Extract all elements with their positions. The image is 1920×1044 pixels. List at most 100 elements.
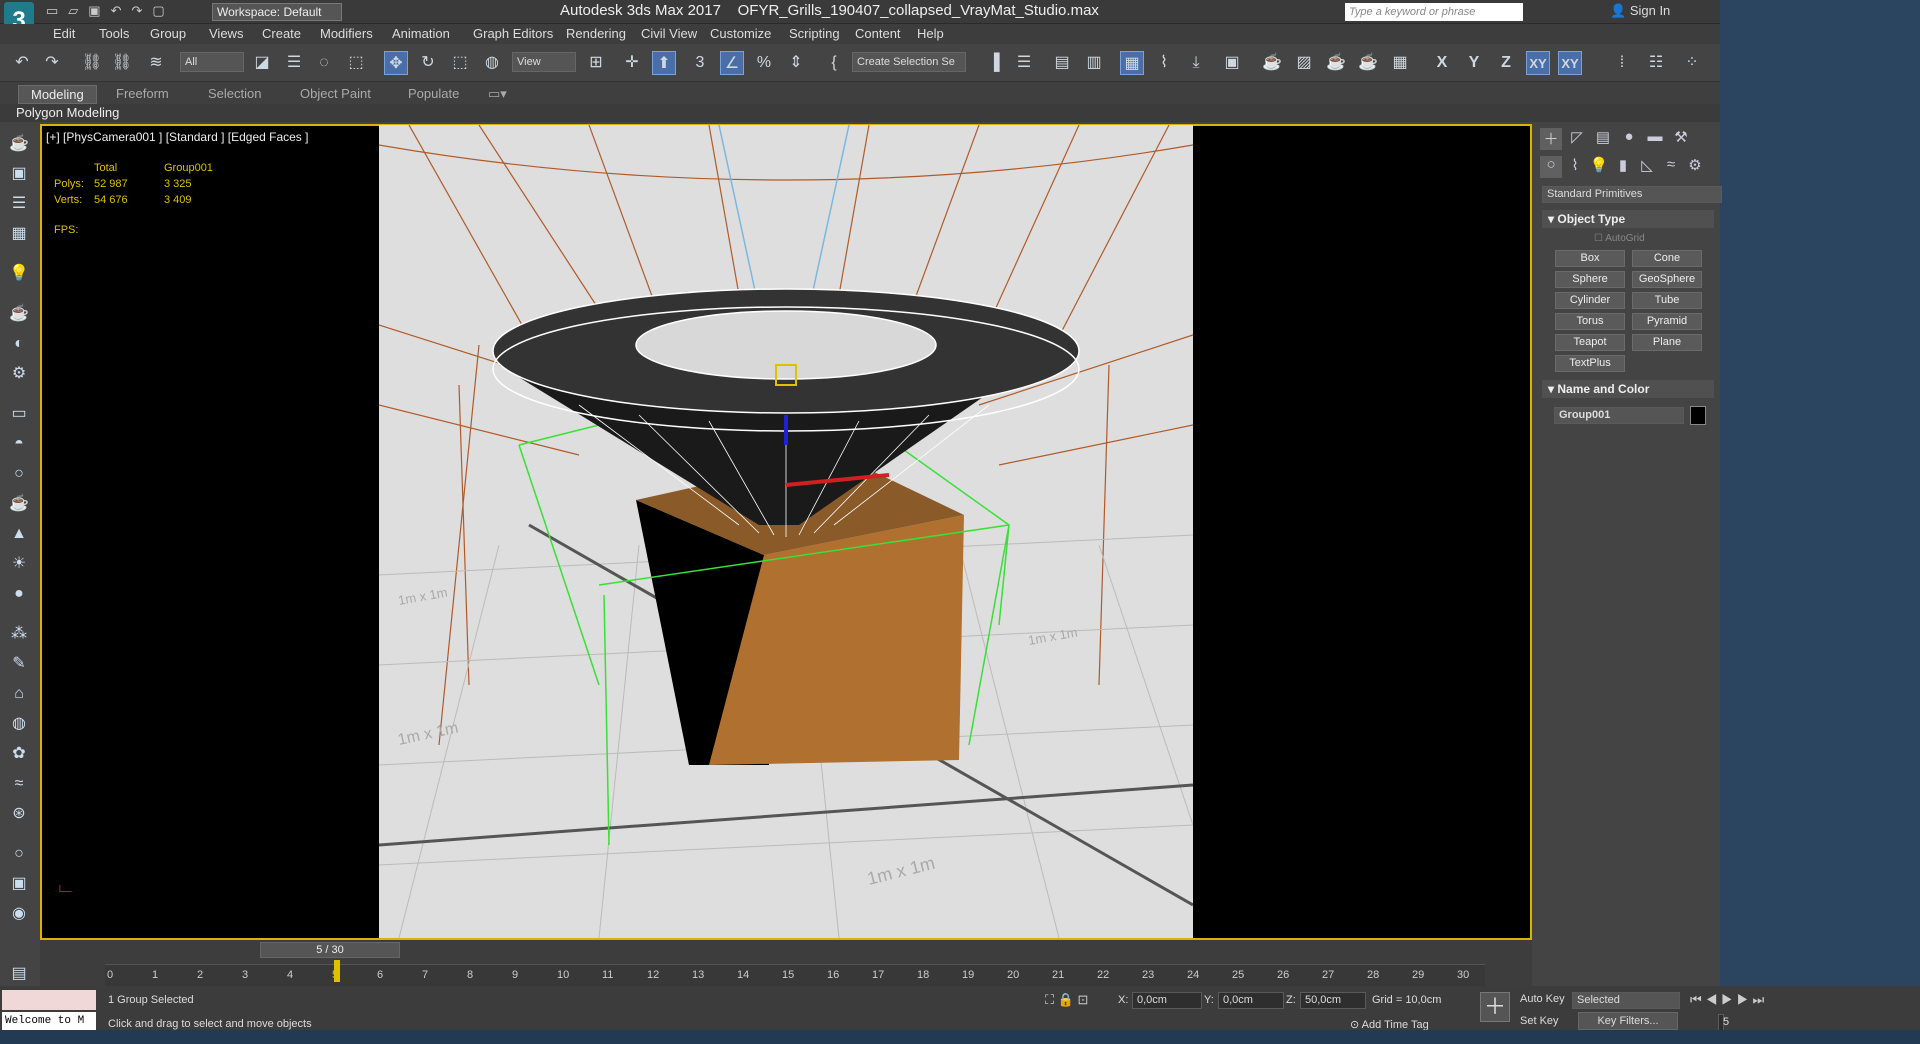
toggle-ribbon-icon[interactable]: ▥ (1082, 51, 1106, 75)
tab-modeling[interactable]: Modeling (18, 85, 97, 104)
systems-icon[interactable]: ⚙ (1684, 156, 1706, 178)
object-name-field[interactable]: Group001 (1554, 407, 1684, 424)
film-icon[interactable]: ▣ (7, 162, 31, 186)
teapot-small-icon[interactable]: ☕ (7, 302, 31, 326)
category-dropdown[interactable]: Standard Primitives (1542, 186, 1722, 203)
align-icon[interactable]: ☰ (1012, 51, 1036, 75)
render-icon[interactable]: ▣ (7, 872, 31, 896)
search-input[interactable]: Type a keyword or phrase (1345, 3, 1523, 21)
material-editor-icon[interactable]: ▣ (1220, 51, 1244, 75)
sun-icon[interactable]: ☀ (7, 552, 31, 576)
frame-spinner[interactable]: 5 (1718, 1014, 1729, 1031)
geometry-icon[interactable]: ○ (1540, 156, 1562, 178)
object-color-swatch[interactable] (1690, 406, 1706, 425)
select-object-icon[interactable]: ◪ (250, 51, 274, 75)
ref-coord-dropdown[interactable]: View (512, 52, 576, 72)
undo-icon[interactable]: ↶ (10, 51, 34, 75)
gears-icon[interactable]: ⚙ (7, 362, 31, 386)
percent-snap-icon[interactable]: % (752, 51, 776, 75)
teapot-alt-icon[interactable]: ☕ (7, 492, 31, 516)
axis-x-button[interactable]: X (1430, 51, 1454, 75)
spacewarps-icon[interactable]: ≈ (1660, 156, 1682, 178)
plant-icon[interactable]: ✿ (7, 742, 31, 766)
array-icon[interactable]: ☷ (1644, 51, 1668, 75)
menu-tools[interactable]: Tools (99, 26, 129, 41)
workspace-dropdown[interactable]: Workspace: Default (212, 3, 342, 21)
box-button[interactable]: Box (1555, 250, 1625, 267)
select-rotate-icon[interactable]: ↻ (416, 51, 440, 75)
sphere-button[interactable]: Sphere (1555, 271, 1625, 288)
ball-icon[interactable]: ● (7, 582, 31, 606)
z-coordinate-field[interactable]: 50,0cm (1300, 992, 1366, 1009)
light-icon[interactable]: 💡 (7, 262, 31, 286)
select-by-name-icon[interactable]: ☰ (282, 51, 306, 75)
axis-y-button[interactable]: Y (1462, 51, 1486, 75)
edit-named-selection-icon[interactable]: { (822, 51, 846, 75)
axis-z-button[interactable]: Z (1494, 51, 1518, 75)
bind-spacewarp-icon[interactable]: ≋ (144, 51, 168, 75)
viewport-label[interactable]: [+] [PhysCamera001 ] [Standard ] [Edged … (46, 130, 308, 144)
x-coordinate-field[interactable]: 0,0cm (1132, 992, 1202, 1009)
key-mode-dropdown[interactable]: Selected (1572, 992, 1680, 1009)
create-tab-icon[interactable]: ＋ (1540, 128, 1562, 150)
hierarchy-tab-icon[interactable]: ▤ (1592, 128, 1614, 150)
render-iterative-icon[interactable]: ☕ (1356, 51, 1380, 75)
sphere-icon[interactable]: ○ (7, 462, 31, 486)
grid-panel-icon[interactable]: ▦ (7, 222, 31, 246)
current-frame-marker[interactable] (334, 960, 340, 982)
link-icon[interactable]: ⛓ (80, 51, 104, 75)
set-keys-icon[interactable]: ＋ (1480, 992, 1510, 1022)
spinner-snap-icon[interactable]: ⇕ (784, 51, 808, 75)
display-tab-icon[interactable]: ▬ (1644, 128, 1666, 150)
lights-icon[interactable]: 💡 (1588, 156, 1610, 178)
sphere-alt-icon[interactable]: ○ (7, 842, 31, 866)
selection-filter-dropdown[interactable]: All (180, 52, 244, 72)
geosphere-button[interactable]: GeoSphere (1632, 271, 1702, 288)
tools-icon[interactable]: ✎ (7, 652, 31, 676)
menu-rendering[interactable]: Rendering (566, 26, 626, 41)
menu-scripting[interactable]: Scripting (789, 26, 840, 41)
cone-icon[interactable]: ▲ (7, 522, 31, 546)
cone-button[interactable]: Cone (1632, 250, 1702, 267)
render-production-icon[interactable]: ☕ (1324, 51, 1348, 75)
track-bar[interactable]: 0 1 2 3 4 5 6 7 8 9 10 11 12 13 14 15 16… (105, 964, 1485, 986)
key-filters-button[interactable]: Key Filters... (1578, 1012, 1678, 1030)
object-type-rollout[interactable]: ▾ Object Type (1542, 210, 1714, 228)
name-color-rollout[interactable]: ▾ Name and Color (1542, 380, 1714, 398)
unlink-icon[interactable]: ⛓ (110, 51, 134, 75)
named-selection-dropdown[interactable]: Create Selection Se (852, 52, 966, 72)
helmet-icon[interactable]: ◐ (7, 332, 31, 356)
selection-lock-icon[interactable]: ⛶ 🔒 ⊡ (1045, 992, 1088, 1008)
cameras-icon[interactable]: ▮ (1612, 156, 1634, 178)
menu-animation[interactable]: Animation (392, 26, 450, 41)
grid-icon[interactable]: ⁞ (1610, 51, 1634, 75)
place-icon[interactable]: ◍ (480, 51, 504, 75)
select-scale-icon[interactable]: ⬚ (448, 51, 472, 75)
teapot-button[interactable]: Teapot (1555, 334, 1625, 351)
nav-icon[interactable]: ⌂ (7, 682, 31, 706)
time-slider[interactable]: 5 / 30 (260, 942, 400, 958)
tab-freeform[interactable]: Freeform (116, 86, 169, 101)
tab-populate[interactable]: Populate (408, 86, 459, 101)
playback-controls[interactable]: ⏮◀▶▶⏭ (1690, 992, 1768, 1008)
maxscript-icon[interactable]: ▤ (7, 962, 31, 986)
helpers-icon[interactable]: ◺ (1636, 156, 1658, 178)
textplus-button[interactable]: TextPlus (1555, 355, 1625, 372)
menu-modifiers[interactable]: Modifiers (320, 26, 373, 41)
menu-create[interactable]: Create (262, 26, 301, 41)
globe-icon[interactable]: ◍ (7, 712, 31, 736)
quick-access-icons[interactable]: ▭▱▣↶↷▢ (46, 3, 175, 19)
window-crossing-icon[interactable]: ⬚ (344, 51, 368, 75)
angle-snap-icon[interactable]: ∠ (720, 51, 744, 75)
particles-icon[interactable]: ⁂ (7, 622, 31, 646)
menu-views[interactable]: Views (209, 26, 243, 41)
auto-key-button[interactable]: Auto Key (1520, 993, 1565, 1005)
autogrid-checkbox[interactable]: ☐ AutoGrid (1594, 233, 1645, 244)
polygon-modeling-label[interactable]: Polygon Modeling (16, 105, 119, 120)
redo-icon[interactable]: ↷ (40, 51, 64, 75)
shapes-icon[interactable]: ⌇ (1564, 156, 1586, 178)
modify-tab-icon[interactable]: ◸ (1566, 128, 1588, 150)
scene-explorer-icon[interactable]: ▦ (1120, 51, 1144, 75)
ribbon-options-icon[interactable]: ▭▾ (488, 86, 507, 102)
axis-xy-button[interactable]: XY (1526, 51, 1550, 75)
